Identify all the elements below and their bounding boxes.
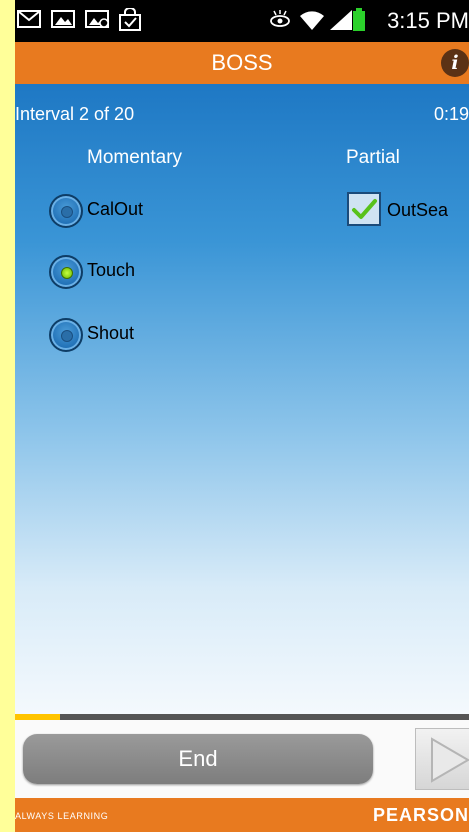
footer-tagline: ALWAYS LEARNING: [15, 811, 109, 821]
interval-counter: Interval 2 of 20: [15, 104, 135, 124]
radio-indicator-selected: [61, 267, 73, 279]
footer-bar: ALWAYS LEARNING PEARSON: [15, 798, 469, 832]
checkmark-icon: [352, 199, 377, 219]
end-button[interactable]: End: [23, 734, 373, 784]
eye-icon: [270, 10, 290, 27]
play-button[interactable]: [415, 728, 469, 790]
partial-header: Partial: [346, 147, 400, 168]
battery-icon: [353, 8, 365, 31]
radio-button[interactable]: [49, 255, 83, 289]
interval-timer: 0:19: [433, 104, 469, 124]
radio-button[interactable]: [49, 194, 83, 228]
checkbox[interactable]: [347, 192, 381, 226]
status-bar: 3:15 PM: [15, 0, 469, 42]
play-icon: [431, 737, 469, 783]
observation-panel: Interval 2 of 20 0:19 Momentary Partial …: [15, 84, 469, 714]
signal-icon: [330, 10, 352, 30]
gallery-icon: [51, 10, 75, 28]
mms-icon: [85, 10, 109, 28]
wifi-icon: [300, 11, 324, 30]
radio-label: Touch: [87, 260, 136, 280]
control-area: End: [15, 720, 469, 798]
radio-indicator: [61, 330, 73, 342]
app-title: BOSS: [211, 50, 273, 75]
footer-logo: PEARSON: [372, 805, 469, 825]
momentary-header: Momentary: [87, 147, 183, 168]
status-time: 3:15 PM: [387, 8, 469, 33]
info-icon[interactable]: i: [441, 49, 469, 77]
title-bar: BOSS i: [15, 42, 469, 84]
mail-icon: [17, 10, 41, 28]
shopping-bag-icon: [119, 8, 141, 31]
radio-button[interactable]: [49, 318, 83, 352]
phone-screen: 3:15 PM BOSS i Interval 2 of 20 0:19 Mom…: [15, 0, 469, 832]
radio-label: Shout: [87, 323, 135, 343]
radio-label: CalOut: [87, 199, 144, 219]
checkbox-label: OutSea: [387, 200, 449, 220]
radio-indicator: [61, 206, 73, 218]
